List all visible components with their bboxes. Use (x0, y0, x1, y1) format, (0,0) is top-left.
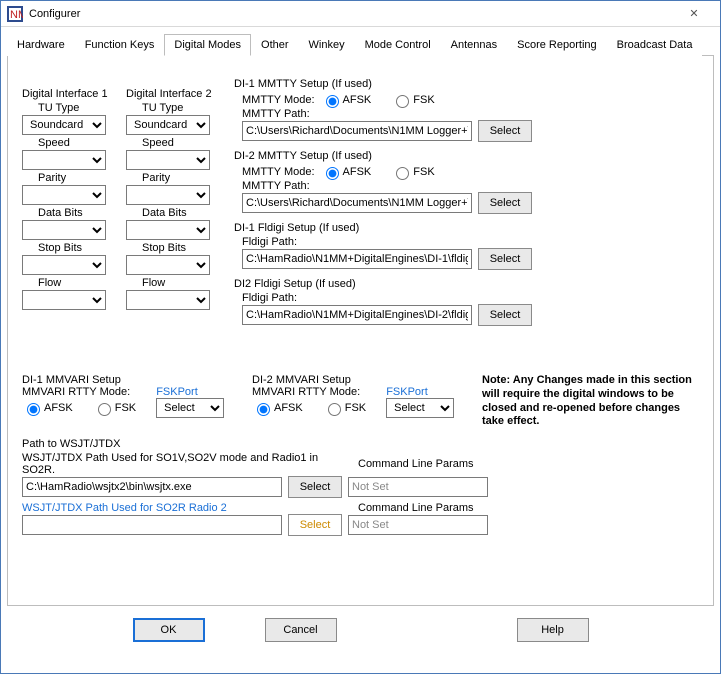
di1-stopbits-select[interactable] (22, 255, 106, 275)
di1-mmvari-title: DI-1 MMVARI Setup (22, 374, 232, 386)
di2-parity-label: Parity (142, 172, 226, 184)
tab-broadcast-data[interactable]: Broadcast Data (607, 34, 703, 56)
di2-parity-select[interactable] (126, 185, 210, 205)
wsjt-path2-input[interactable] (22, 515, 282, 535)
wsjt-cmdline2-input[interactable] (348, 515, 488, 535)
di1-mmtty-title: DI-1 MMTTY Setup (If used) (234, 78, 654, 90)
di2-mmvari-fsk-radio[interactable]: FSK (323, 400, 366, 416)
di2-tutype-label: TU Type (142, 102, 226, 114)
wsjt-path1-select-button[interactable]: Select (288, 476, 342, 498)
di2-label: Digital Interface 2 (126, 88, 226, 100)
window-title: Configurer (29, 8, 674, 20)
di1-speed-label: Speed (38, 137, 122, 149)
wsjt-path2-label: WSJT/JTDX Path Used for SO2R Radio 2 (22, 502, 352, 514)
wsjt-path1-label: WSJT/JTDX Path Used for SO1V,SO2V mode a… (22, 452, 352, 476)
tab-function-keys[interactable]: Function Keys (75, 34, 165, 56)
di2-tutype-select[interactable]: Soundcard (126, 115, 210, 135)
svg-text:NM: NM (10, 9, 23, 21)
di1-fldigi-select-button[interactable]: Select (478, 248, 532, 270)
di2-databits-select[interactable] (126, 220, 210, 240)
di1-label: Digital Interface 1 (22, 88, 122, 100)
di2-mmvari-fskport-select[interactable]: Select (386, 398, 454, 418)
di1-parity-select[interactable] (22, 185, 106, 205)
di2-fldigi-select-button[interactable]: Select (478, 304, 532, 326)
tab-mode-control[interactable]: Mode Control (355, 34, 441, 56)
di2-stopbits-label: Stop Bits (142, 242, 226, 254)
wsjt-cmdline2-label: Command Line Params (358, 502, 474, 514)
di2-fldigi-path-label: Fldigi Path: (242, 292, 654, 304)
di1-fldigi-path-input[interactable] (242, 249, 472, 269)
di1-mmvari-fskport-select[interactable]: Select (156, 398, 224, 418)
ok-button[interactable]: OK (133, 618, 205, 642)
tab-hardware[interactable]: Hardware (7, 34, 75, 56)
tab-score-reporting[interactable]: Score Reporting (507, 34, 607, 56)
di1-mmvari-mode-label: MMVARI RTTY Mode: (22, 386, 130, 398)
app-icon: NM (7, 6, 23, 22)
di1-parity-label: Parity (38, 172, 122, 184)
tab-antennas[interactable]: Antennas (441, 34, 507, 56)
di1-databits-select[interactable] (22, 220, 106, 240)
help-button[interactable]: Help (517, 618, 589, 642)
changes-note: Note: Any Changes made in this section w… (482, 374, 692, 429)
di2-stopbits-select[interactable] (126, 255, 210, 275)
di1-speed-select[interactable] (22, 150, 106, 170)
di2-mmtty-select-button[interactable]: Select (478, 192, 532, 214)
di1-flow-label: Flow (38, 277, 122, 289)
wsjt-cmdline1-input[interactable] (348, 477, 488, 497)
di2-flow-label: Flow (142, 277, 226, 289)
wsjt-path2-select-button[interactable]: Select (288, 514, 342, 536)
close-icon[interactable]: ✕ (674, 7, 714, 20)
di2-mmtty-path-label: MMTTY Path: (242, 180, 654, 192)
di2-speed-label: Speed (142, 137, 226, 149)
di2-fskport-label: FSKPort (386, 386, 428, 398)
di2-fldigi-path-input[interactable] (242, 305, 472, 325)
di2-mmvari-mode-label: MMVARI RTTY Mode: (252, 386, 360, 398)
di1-fskport-label: FSKPort (156, 386, 198, 398)
di1-mmtty-fsk-radio[interactable]: FSK (391, 92, 434, 108)
di1-mmvari-fsk-radio[interactable]: FSK (93, 400, 136, 416)
wsjt-cmdline-label: Command Line Params (358, 458, 474, 470)
di1-mmtty-path-input[interactable] (242, 121, 472, 141)
tab-bar: Hardware Function Keys Digital Modes Oth… (7, 33, 714, 56)
di2-mmtty-title: DI-2 MMTTY Setup (If used) (234, 150, 654, 162)
di2-mmtty-afsk-radio[interactable]: AFSK (321, 164, 372, 180)
di1-mmvari-afsk-radio[interactable]: AFSK (22, 400, 73, 416)
di2-mmvari-title: DI-2 MMVARI Setup (252, 374, 462, 386)
tab-digital-modes[interactable]: Digital Modes (164, 34, 251, 56)
di1-mmtty-afsk-radio[interactable]: AFSK (321, 92, 372, 108)
di2-speed-select[interactable] (126, 150, 210, 170)
di1-mmtty-path-label: MMTTY Path: (242, 108, 654, 120)
di1-tutype-label: TU Type (38, 102, 122, 114)
di1-flow-select[interactable] (22, 290, 106, 310)
di1-databits-label: Data Bits (38, 207, 122, 219)
di1-tutype-select[interactable]: Soundcard (22, 115, 106, 135)
di1-fldigi-path-label: Fldigi Path: (242, 236, 654, 248)
cancel-button[interactable]: Cancel (265, 618, 337, 642)
di2-mmtty-path-input[interactable] (242, 193, 472, 213)
di1-mmtty-mode-label: MMTTY Mode: (242, 94, 315, 106)
di1-fldigi-title: DI-1 Fldigi Setup (If used) (234, 222, 654, 234)
di1-stopbits-label: Stop Bits (38, 242, 122, 254)
di2-databits-label: Data Bits (142, 207, 226, 219)
di2-flow-select[interactable] (126, 290, 210, 310)
di1-mmtty-select-button[interactable]: Select (478, 120, 532, 142)
di2-mmtty-mode-label: MMTTY Mode: (242, 166, 315, 178)
tab-winkey[interactable]: Winkey (299, 34, 355, 56)
tab-other[interactable]: Other (251, 34, 299, 56)
di2-mmtty-fsk-radio[interactable]: FSK (391, 164, 434, 180)
di2-mmvari-afsk-radio[interactable]: AFSK (252, 400, 303, 416)
di2-fldigi-title: DI2 Fldigi Setup (If used) (234, 278, 654, 290)
wsjt-group-label: Path to WSJT/JTDX (22, 438, 692, 450)
wsjt-path1-input[interactable] (22, 477, 282, 497)
